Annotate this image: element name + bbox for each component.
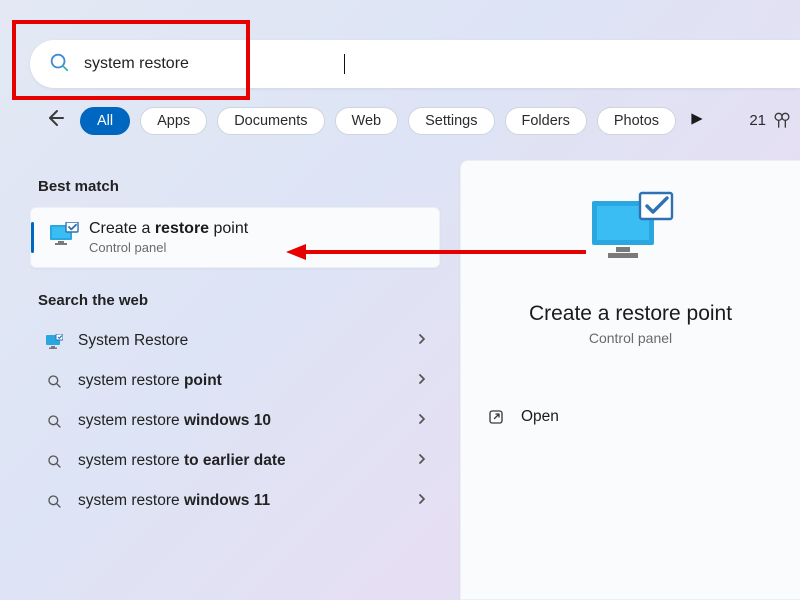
search-icon: [40, 413, 68, 429]
web-result-item[interactable]: system restore windows 10: [30, 401, 440, 441]
filter-chip-settings[interactable]: Settings: [408, 107, 494, 135]
search-bar[interactable]: system restore: [30, 40, 800, 88]
web-results-list: System Restore system restore point system…: [30, 321, 440, 521]
web-result-item[interactable]: system restore point: [30, 361, 440, 401]
control-panel-monitor-icon: [49, 222, 79, 253]
search-icon: [40, 373, 68, 389]
section-header-best-match: Best match: [38, 178, 432, 195]
more-filters-icon[interactable]: [690, 112, 704, 129]
open-action-label: Open: [521, 408, 559, 426]
best-match-subtitle: Control panel: [89, 240, 248, 255]
open-external-icon: [487, 408, 505, 426]
filter-ribbon: All Apps Documents Web Settings Folders Photos…: [42, 106, 800, 135]
best-match-title: Create a restore point: [89, 220, 248, 238]
filter-chip-apps[interactable]: Apps: [140, 107, 207, 135]
web-result-text: system restore windows 11: [78, 492, 416, 510]
chevron-right-icon: [416, 412, 428, 430]
search-input[interactable]: system restore: [84, 55, 344, 73]
web-result-item[interactable]: system restore to earlier date: [30, 441, 440, 481]
section-header-search-web: Search the web: [38, 292, 432, 309]
filter-chip-web[interactable]: Web: [335, 107, 399, 135]
search-icon: [40, 453, 68, 469]
best-match-result[interactable]: Create a restore point Control panel: [30, 207, 440, 268]
web-result-item[interactable]: System Restore: [30, 321, 440, 361]
back-arrow-icon[interactable]: [42, 106, 66, 135]
open-action[interactable]: Open: [487, 398, 559, 436]
chevron-right-icon: [416, 492, 428, 510]
rewards-indicator[interactable]: 21: [749, 111, 792, 131]
filter-chip-all[interactable]: All: [80, 107, 130, 135]
detail-subtitle: Control panel: [461, 330, 800, 346]
search-icon: [40, 493, 68, 509]
web-result-text: system restore to earlier date: [78, 452, 416, 470]
detail-hero-icon: [461, 191, 800, 276]
text-caret: [344, 54, 345, 74]
filter-chip-photos[interactable]: Photos: [597, 107, 676, 135]
results-pane: Best match Create a restore point Contro…: [30, 162, 440, 521]
detail-title: Create a restore point: [461, 302, 800, 326]
detail-pane: Create a restore point Control panel Ope…: [460, 160, 800, 600]
chevron-right-icon: [416, 452, 428, 470]
web-result-text: system restore point: [78, 372, 416, 390]
search-icon: [48, 51, 70, 78]
chevron-right-icon: [416, 372, 428, 390]
filter-chip-documents[interactable]: Documents: [217, 107, 324, 135]
web-result-item[interactable]: system restore windows 11: [30, 481, 440, 521]
web-result-text: System Restore: [78, 332, 416, 350]
rewards-icon: [772, 111, 792, 131]
app-result-icon: [40, 334, 68, 349]
web-result-text: system restore windows 10: [78, 412, 416, 430]
rewards-points: 21: [749, 112, 766, 129]
filter-chip-folders[interactable]: Folders: [505, 107, 587, 135]
chevron-right-icon: [416, 332, 428, 350]
